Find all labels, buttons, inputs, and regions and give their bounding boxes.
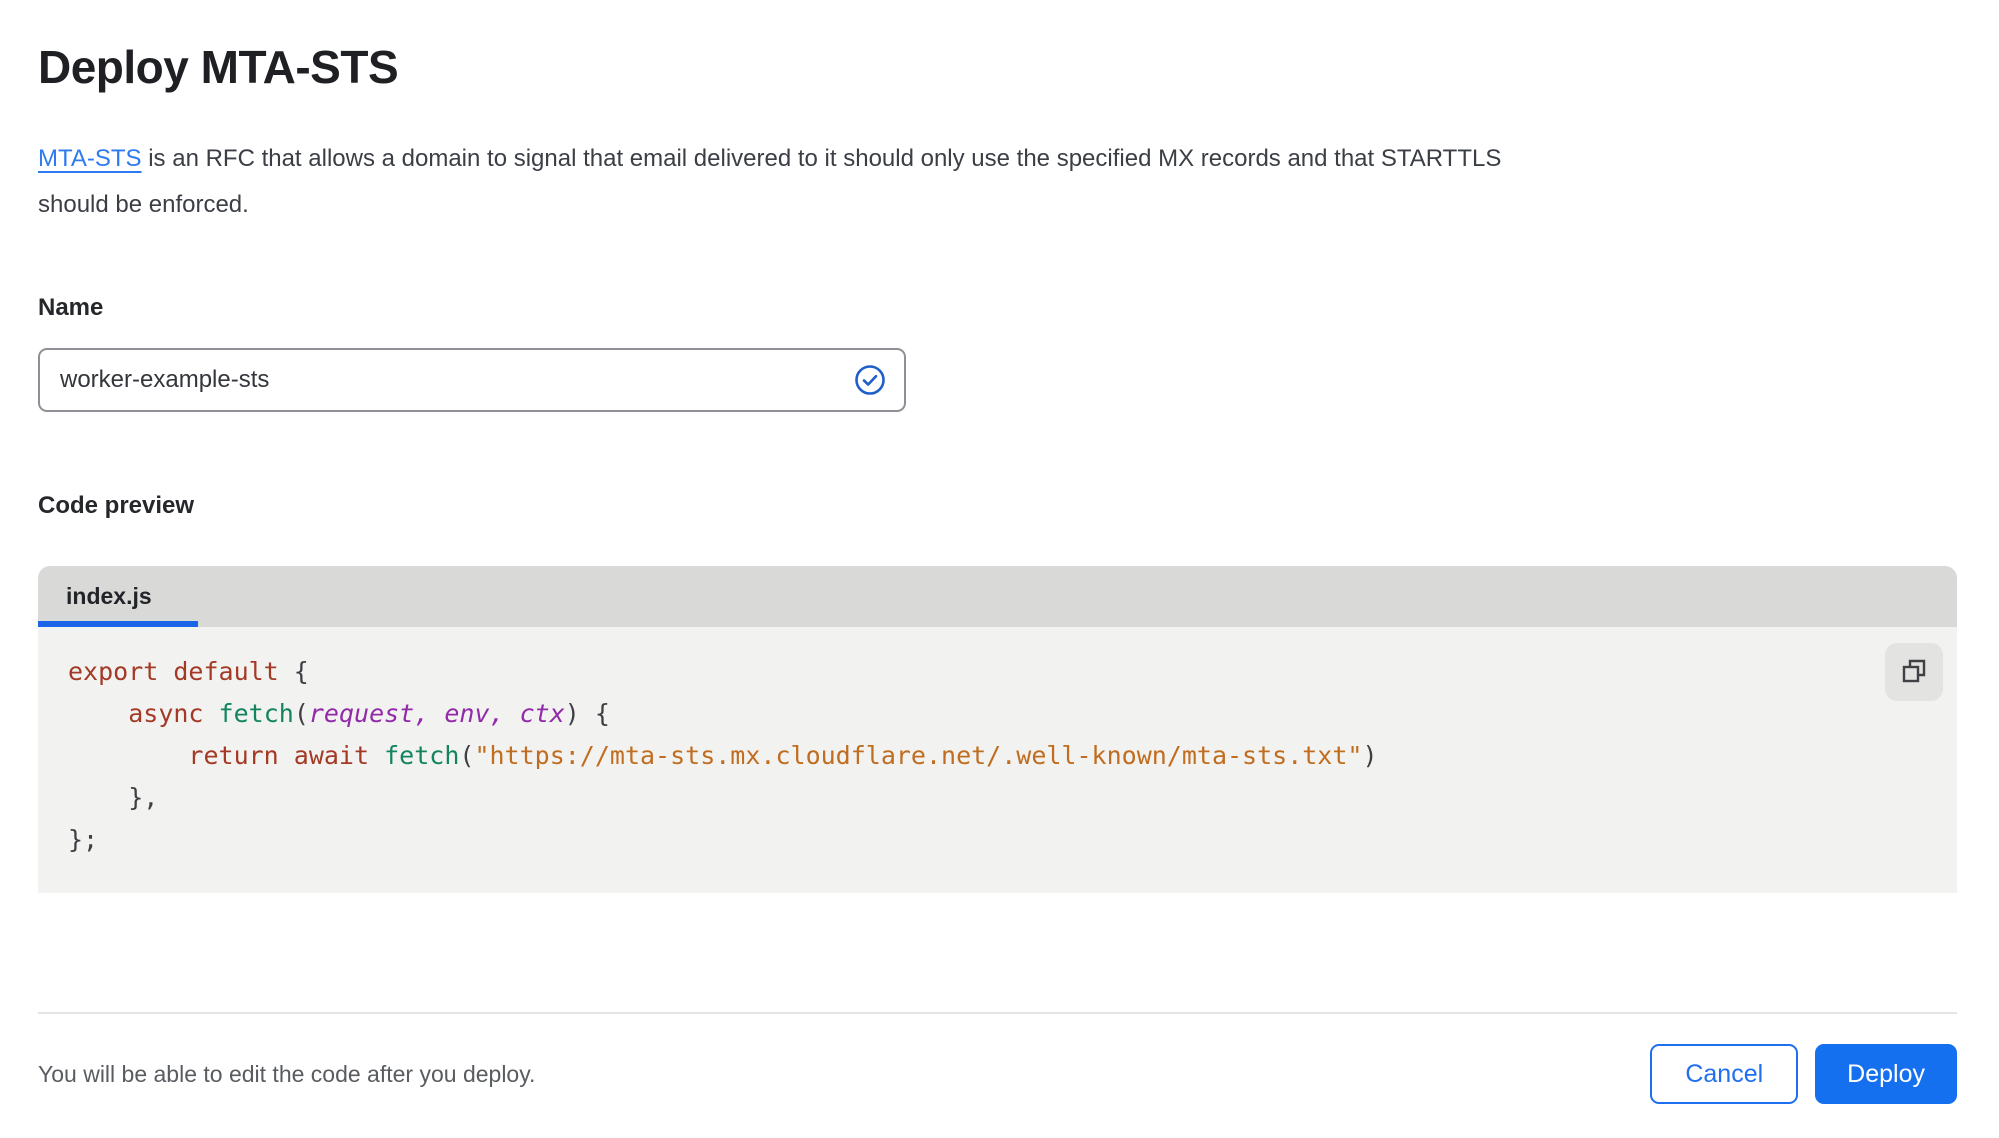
tab-index-js-label: index.js: [66, 583, 152, 609]
deploy-button[interactable]: Deploy: [1815, 1044, 1957, 1104]
description-text: MTA-STS is an RFC that allows a domain t…: [38, 136, 1917, 228]
code-area: export default { async fetch(request, en…: [38, 627, 1957, 893]
code-line: },: [68, 783, 159, 812]
cancel-button[interactable]: Cancel: [1650, 1044, 1799, 1104]
name-input-wrap: [38, 348, 906, 412]
deploy-mta-sts-page: Deploy MTA-STS MTA-STS is an RFC that al…: [0, 0, 1999, 1138]
copy-icon: [1900, 657, 1928, 688]
mta-sts-link[interactable]: MTA-STS: [38, 145, 142, 172]
description-line2: should be enforced.: [38, 191, 249, 218]
check-circle-icon: [854, 364, 886, 396]
copy-code-button[interactable]: [1885, 643, 1943, 701]
name-input[interactable]: [38, 348, 906, 412]
code-line: async fetch(request, env, ctx) {: [128, 699, 610, 728]
footer-row: You will be able to edit the code after …: [38, 1044, 1957, 1104]
footer-actions: Cancel Deploy: [1650, 1044, 1957, 1104]
code-line: };: [68, 825, 99, 854]
code-line: return await fetch("https://mta-sts.mx.c…: [188, 741, 1378, 770]
code-line: export default {: [68, 657, 309, 686]
page-title: Deploy MTA-STS: [38, 41, 399, 93]
code-lines: export default { async fetch(request, en…: [68, 651, 1957, 861]
footer-note: You will be able to edit the code after …: [38, 1060, 536, 1087]
tab-index-js[interactable]: index.js: [38, 566, 198, 627]
code-tab-bar: index.js: [38, 566, 1957, 627]
footer-divider: [38, 1012, 1957, 1014]
code-preview-label: Code preview: [38, 492, 195, 519]
code-preview-panel: index.js export default { async fetch(re…: [38, 566, 1957, 893]
description-line1: is an RFC that allows a domain to signal…: [141, 145, 1502, 172]
name-label: Name: [38, 294, 104, 321]
